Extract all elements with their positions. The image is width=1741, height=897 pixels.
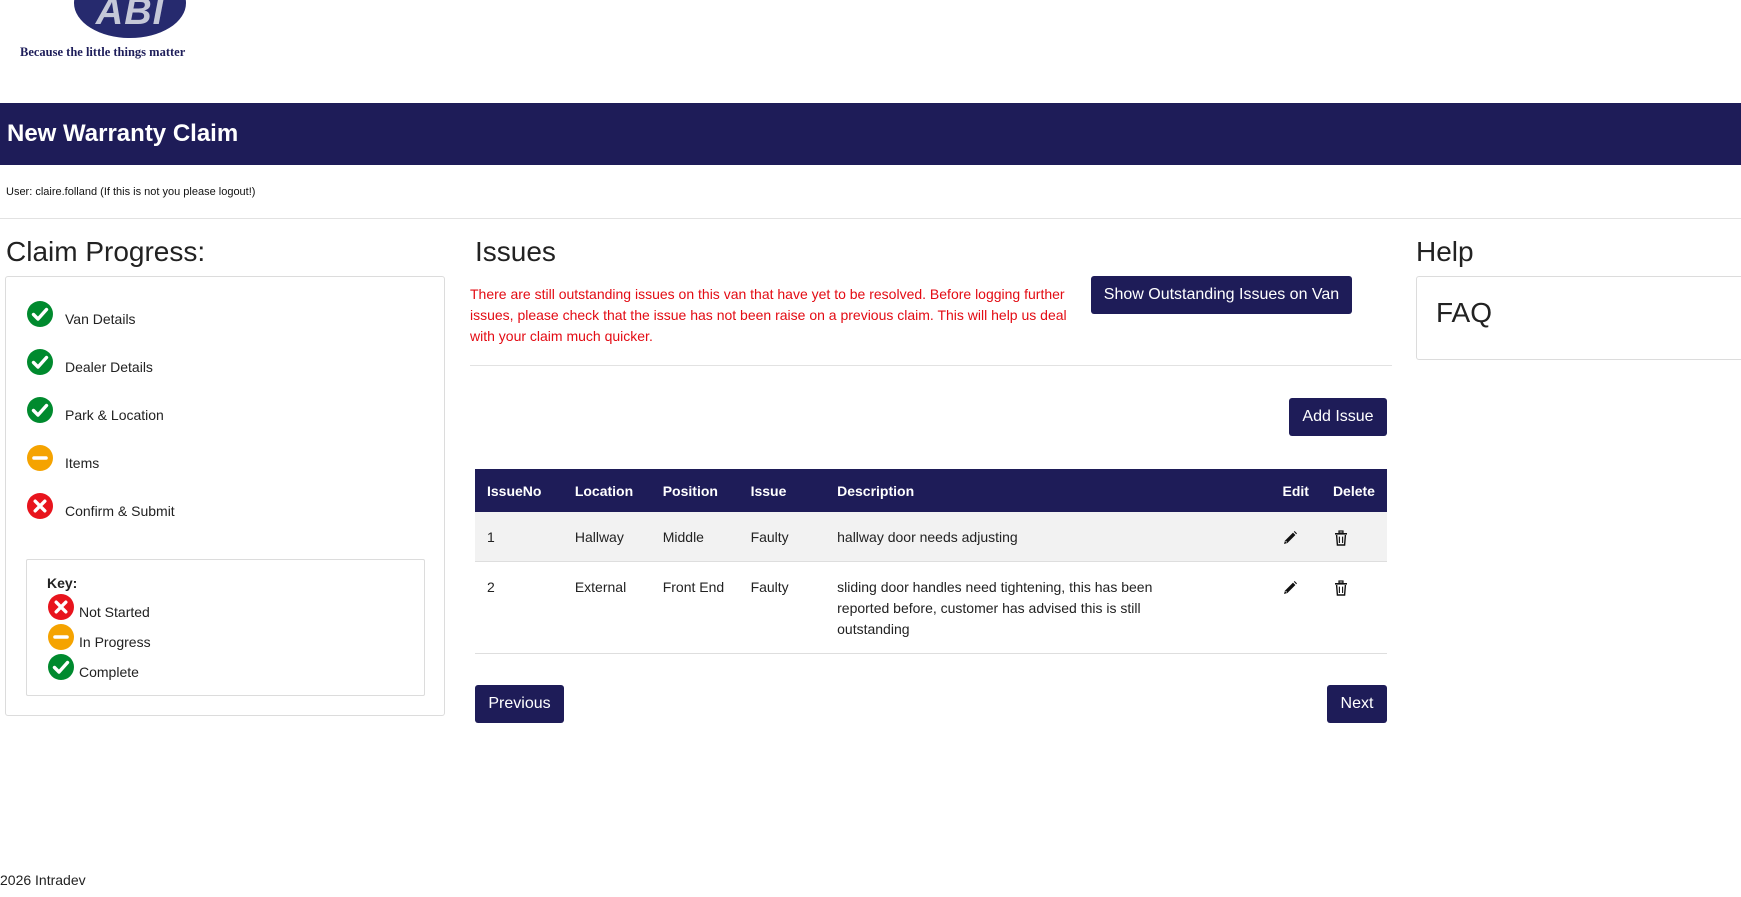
key-item-not-started: Not Started	[47, 593, 150, 621]
table-header-row: IssueNo Location Position Issue Descript…	[475, 469, 1387, 512]
check-circle-icon	[48, 654, 74, 680]
trash-icon[interactable]	[1333, 580, 1349, 596]
column-header: Issue	[738, 469, 826, 512]
column-header: Delete	[1320, 469, 1387, 512]
column-header: IssueNo	[475, 469, 563, 512]
cell-edit	[1270, 561, 1321, 654]
logo-tagline: Because the little things matter	[20, 45, 186, 59]
cell-issue-no: 2	[475, 561, 563, 654]
status-key: Key: Not Started In Progress Complete	[26, 559, 425, 696]
x-circle-icon	[48, 594, 74, 620]
progress-step-park-location: Park & Location	[26, 395, 164, 425]
minus-circle-icon	[27, 445, 53, 471]
column-header: Location	[562, 469, 651, 512]
description-text: hallway door needs adjusting	[837, 529, 1018, 545]
abi-logo: ABI Because the little things matter	[18, 0, 208, 62]
divider	[470, 365, 1392, 366]
check-circle-icon	[27, 397, 53, 423]
cell-issue-no: 1	[475, 512, 563, 562]
column-header: Description	[825, 469, 1271, 512]
cell-location: Hallway	[562, 512, 651, 562]
show-outstanding-issues-button[interactable]: Show Outstanding Issues on Van	[1091, 276, 1352, 314]
check-circle-icon	[27, 301, 53, 327]
cell-position: Middle	[650, 512, 739, 562]
faq-link[interactable]: FAQ	[1436, 297, 1492, 329]
title-bar: New Warranty Claim	[0, 103, 1741, 165]
table-row: 1 Hallway Middle Faulty hallway door nee…	[475, 512, 1387, 562]
check-circle-icon	[27, 349, 53, 375]
column-header: Position	[650, 469, 739, 512]
previous-button[interactable]: Previous	[475, 685, 564, 723]
key-title: Key:	[47, 575, 78, 591]
pencil-icon[interactable]	[1282, 530, 1298, 546]
next-button[interactable]: Next	[1327, 685, 1387, 723]
issues-heading: Issues	[475, 236, 556, 267]
help-heading: Help	[1416, 236, 1474, 267]
progress-step-label: Confirm & Submit	[65, 503, 175, 519]
key-label: In Progress	[79, 634, 151, 650]
key-label: Complete	[79, 664, 139, 680]
claim-progress-heading: Claim Progress:	[6, 236, 206, 267]
divider	[0, 218, 1741, 219]
cell-position: Front End	[650, 561, 739, 654]
cell-issue: Faulty	[738, 512, 826, 562]
outstanding-issues-warning: There are still outstanding issues on th…	[470, 286, 1067, 344]
cell-delete	[1320, 512, 1387, 562]
progress-step-confirm-submit: Confirm & Submit	[26, 491, 175, 521]
footer-copyright: 2026 Intradev	[0, 872, 86, 888]
table-row: 2 External Front End Faulty sliding door…	[475, 561, 1387, 654]
add-issue-button[interactable]: Add Issue	[1289, 398, 1387, 436]
cell-description: hallway door needs adjusting	[825, 512, 1271, 562]
logo-letters: ABI	[95, 0, 165, 33]
minus-circle-icon	[48, 624, 74, 650]
key-item-in-progress: In Progress	[47, 623, 151, 651]
progress-step-label: Items	[65, 455, 100, 471]
progress-step-dealer-details: Dealer Details	[26, 347, 153, 377]
issues-table: IssueNo Location Position Issue Descript…	[475, 469, 1387, 654]
cell-issue: Faulty	[738, 561, 826, 654]
cell-edit	[1270, 512, 1321, 562]
cell-description: sliding door handles need tightening, th…	[825, 561, 1271, 654]
key-label: Not Started	[79, 604, 150, 620]
column-header: Edit	[1270, 469, 1321, 512]
claim-progress-panel: Van Details Dealer Details Park & Locati…	[5, 276, 445, 716]
cell-location: External	[562, 561, 651, 654]
progress-step-label: Park & Location	[65, 407, 164, 423]
description-text: sliding door handles need tightening, th…	[837, 579, 1153, 637]
user-info: User: claire.folland (If this is not you…	[6, 186, 256, 198]
key-item-complete: Complete	[47, 653, 139, 681]
progress-step-label: Van Details	[65, 311, 136, 327]
faq-panel: FAQ	[1416, 276, 1741, 360]
trash-icon[interactable]	[1333, 530, 1349, 546]
pencil-icon[interactable]	[1282, 580, 1298, 596]
progress-step-label: Dealer Details	[65, 359, 153, 375]
page-title: New Warranty Claim	[7, 120, 239, 147]
x-circle-icon	[27, 493, 53, 519]
progress-step-items: Items	[26, 443, 99, 473]
cell-delete	[1320, 561, 1387, 654]
progress-step-van-details: Van Details	[26, 299, 136, 329]
